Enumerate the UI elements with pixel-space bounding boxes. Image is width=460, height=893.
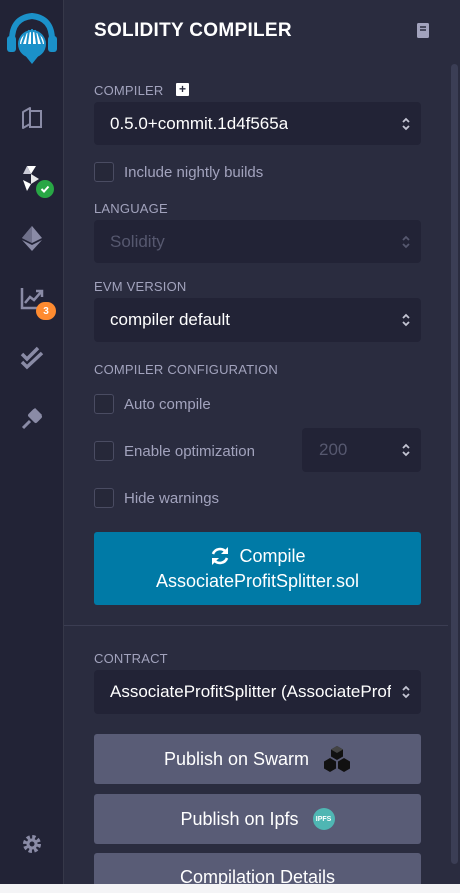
file-explorer-icon[interactable]	[14, 100, 50, 136]
auto-compile-row[interactable]: Auto compile	[94, 394, 211, 414]
compile-button-filename: AssociateProfitSplitter.sol	[155, 570, 360, 591]
page-title: SOLIDITY COMPILER	[94, 20, 292, 41]
bottom-strip	[0, 884, 460, 893]
contract-select[interactable]: AssociateProfitSplitter (AssociateProfit…	[94, 670, 421, 714]
swarm-icon	[324, 746, 351, 772]
nightly-builds-label: Include nightly builds	[124, 163, 264, 181]
compiler-version-select[interactable]: 0.5.0+commit.1d4f565a	[94, 102, 421, 145]
icon-rail: 3	[0, 0, 64, 893]
evm-version-select[interactable]: compiler default	[94, 298, 421, 342]
language-select: Solidity	[94, 220, 421, 263]
refresh-icon	[212, 547, 229, 565]
gear-icon[interactable]	[14, 826, 50, 862]
nightly-builds-row[interactable]: Include nightly builds	[94, 162, 263, 182]
evm-version-label: EVM VERSION	[94, 279, 187, 294]
publish-ipfs-button[interactable]: Publish on Ipfs IPFS	[94, 794, 421, 844]
publish-swarm-button[interactable]: Publish on Swarm	[94, 734, 421, 784]
compile-button[interactable]: Compile AssociateProfitSplitter.sol	[94, 532, 421, 605]
publish-swarm-label: Publish on Swarm	[163, 748, 310, 769]
analysis-chart-icon[interactable]: 3	[14, 280, 56, 320]
optimization-label: Enable optimization	[124, 442, 255, 460]
check-badge-icon	[36, 180, 54, 198]
publish-ipfs-label: Publish on Ipfs	[180, 808, 299, 829]
optimization-row[interactable]: Enable optimization	[94, 441, 255, 461]
chevron-updown-icon	[402, 117, 410, 130]
ipfs-icon: IPFS	[312, 808, 335, 830]
nightly-builds-checkbox[interactable]	[94, 162, 114, 182]
auto-compile-label: Auto compile	[124, 395, 211, 413]
language-label: LANGUAGE	[94, 201, 168, 216]
double-check-icon[interactable]	[14, 340, 50, 376]
chevron-updown-icon	[402, 685, 410, 699]
deploy-run-icon[interactable]	[14, 220, 50, 256]
plugin-icon[interactable]	[14, 400, 50, 436]
compiler-label: COMPILER	[94, 83, 164, 98]
scrollbar[interactable]	[448, 0, 460, 893]
hide-warnings-label: Hide warnings	[124, 489, 220, 507]
compiler-configuration-label: COMPILER CONFIGURATION	[94, 362, 279, 377]
chevron-updown-icon	[402, 443, 410, 457]
optimization-checkbox[interactable]	[94, 441, 114, 461]
notification-badge: 3	[36, 302, 56, 320]
chevron-updown-icon	[402, 313, 410, 327]
solidity-compiler-icon[interactable]	[14, 160, 54, 198]
ipfs-icon-text: IPFS	[315, 815, 332, 823]
remix-logo-icon[interactable]	[4, 8, 60, 70]
contract-label: CONTRACT	[94, 651, 168, 666]
chevron-updown-icon	[402, 235, 410, 248]
section-divider	[64, 625, 448, 626]
plus-square-icon[interactable]: +	[176, 83, 189, 96]
optimization-runs-input: 200	[302, 428, 421, 472]
hide-warnings-checkbox[interactable]	[94, 488, 114, 508]
compiler-panel: SOLIDITY COMPILER COMPILER + 0.5.0+commi…	[64, 0, 460, 893]
compile-button-label: Compile	[239, 545, 306, 566]
auto-compile-checkbox[interactable]	[94, 394, 114, 414]
book-icon[interactable]	[416, 22, 430, 39]
scrollbar-thumb[interactable]	[451, 64, 458, 864]
hide-warnings-row[interactable]: Hide warnings	[94, 488, 219, 508]
